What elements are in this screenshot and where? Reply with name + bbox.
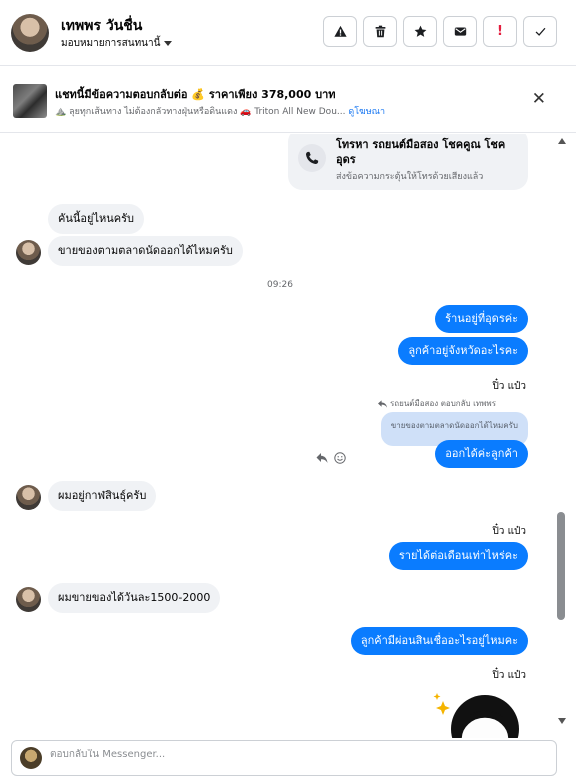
outgoing-message[interactable]: ลูกค้ามีผ่อนสินเชื่ออะไรอยู่ไหมคะ (350, 627, 528, 655)
banner-ad-text: ⛰️ ลุยทุกเส้นทาง ไม่ต้องกลัวทางฝุ่นหรือด… (55, 107, 346, 117)
spam-button[interactable]: ! (483, 16, 517, 47)
scrollbar[interactable] (556, 134, 566, 738)
check-icon (535, 27, 545, 36)
message-actions (316, 452, 346, 464)
message-thread[interactable]: โทรหา รถยนต์มือสอง โชคคูณ โชค อุดร ส่งข้… (0, 134, 576, 738)
star-icon (414, 25, 426, 37)
sticker-image[interactable] (433, 689, 523, 738)
scrollbar-thumb[interactable] (557, 512, 565, 620)
reply-arrow-icon (377, 399, 387, 408)
sender-name: ปิ๋ว แป๋ว (492, 381, 526, 392)
header-actions: ! (323, 16, 557, 47)
contact-name[interactable]: เทพพร วันชื่น (61, 15, 142, 37)
report-button[interactable] (323, 16, 357, 47)
assign-conversation-dropdown[interactable]: มอบหมายการสนทนานี้ (61, 36, 173, 51)
emoji-react-icon[interactable] (334, 452, 346, 464)
page-avatar (20, 747, 42, 769)
incoming-message[interactable]: คันนี้อยู่ไหนครับ (48, 204, 145, 234)
contact-avatar-small (16, 240, 41, 265)
view-ad-link[interactable]: ดูโฆษณา (348, 107, 385, 117)
outgoing-message[interactable]: รายได้ต่อเดือนเท่าไหร่คะ (388, 542, 528, 570)
assign-label: มอบหมายการสนทนานี้ (61, 38, 161, 49)
call-request-card: โทรหา รถยนต์มือสอง โชคคูณ โชค อุดร ส่งข้… (288, 134, 528, 190)
incoming-message[interactable]: ขายของตามตลาดนัดออกได้ไหมครับ (48, 236, 243, 266)
call-card-subtitle: ส่งข้อความกระตุ้นให้โทรด้วยเสียงแล้ว (336, 172, 484, 182)
mark-done-button[interactable] (523, 16, 557, 47)
contact-avatar[interactable] (11, 14, 49, 52)
reply-input[interactable] (50, 749, 530, 760)
trash-icon (375, 25, 385, 38)
close-banner-icon[interactable]: ✕ (532, 91, 546, 108)
scroll-down-icon[interactable] (558, 718, 566, 724)
sender-name: ปิ๋ว แป๋ว (492, 670, 526, 681)
outgoing-message[interactable]: ออกได้ค่ะลูกค้า (435, 440, 528, 468)
incoming-message[interactable]: ผมขายของได้วันละ1500-2000 (48, 583, 221, 613)
outgoing-message[interactable]: ลูกค้าอยู่จังหวัดอะไรคะ (398, 337, 528, 365)
outgoing-message[interactable]: ร้านอยู่ที่อุดรค่ะ (435, 305, 528, 333)
timestamp: 09:26 (267, 280, 293, 290)
mark-unread-button[interactable] (443, 16, 477, 47)
star-button[interactable] (403, 16, 437, 47)
reply-context-text: รถยนต์มือสอง ตอบกลับ เทพพร (389, 399, 496, 408)
reply-icon[interactable] (316, 452, 328, 464)
chevron-down-icon (164, 41, 173, 46)
mail-icon (454, 27, 466, 36)
ad-context-banner: แชทนี้มีข้อความตอบกลับต่อ 💰 ราคาเพียง 37… (0, 67, 576, 133)
contact-avatar-small (16, 587, 41, 612)
contact-avatar-small (16, 485, 41, 510)
conversation-header: เทพพร วันชื่น มอบหมายการสนทนานี้ ! (0, 0, 576, 66)
ad-thumbnail (13, 84, 47, 118)
phone-icon (298, 144, 326, 172)
call-card-title: โทรหา รถยนต์มือสอง โชคคูณ โชค อุดร (336, 138, 506, 166)
reply-composer (11, 740, 557, 776)
incoming-message[interactable]: ผมอยู่กาฬสินธุ์ครับ (48, 481, 157, 511)
scroll-up-icon[interactable] (558, 138, 566, 144)
alert-triangle-icon (333, 25, 347, 37)
spam-icon: ! (497, 24, 503, 39)
banner-title: แชทนี้มีข้อความตอบกลับต่อ 💰 ราคาเพียง 37… (55, 88, 336, 101)
banner-subtitle: ⛰️ ลุยทุกเส้นทาง ไม่ต้องกลัวทางฝุ่นหรือด… (55, 104, 385, 118)
delete-button[interactable] (363, 16, 397, 47)
sender-name: ปิ๋ว แป๋ว (492, 526, 526, 537)
reply-context: รถยนต์มือสอง ตอบกลับ เทพพร (377, 397, 496, 410)
